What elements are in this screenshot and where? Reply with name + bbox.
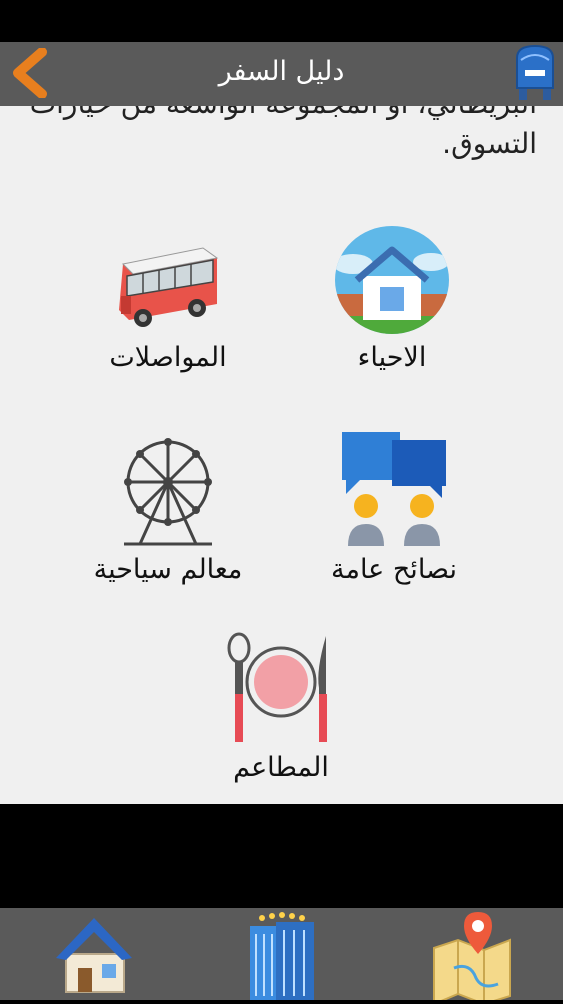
mailbox-button[interactable] [513,44,557,102]
menu-item-general-tips[interactable]: نصائح عامة [294,428,494,585]
chat-people-icon [342,432,446,546]
mailbox-icon [516,44,554,100]
title-bar: دليل السفر [0,42,563,106]
nav-map-button[interactable] [424,908,524,1004]
home-icon [56,918,132,993]
content-area: البريطاني، أو المجموعة الواسعة من خيارات… [0,106,563,804]
house-icon [335,226,449,334]
bus-icon [119,247,219,327]
menu-label: نصائح عامة [331,554,457,585]
menu-label: المواصلات [109,342,227,373]
menu-label: معالم سياحية [93,554,243,585]
chevron-left-icon [13,47,47,99]
map-pin-icon [433,912,511,1004]
menu-item-restaurants[interactable]: المطاعم [181,630,381,783]
nav-hotel-button[interactable] [232,908,332,1000]
page-title: دليل السفر [218,56,345,87]
menu-item-neighborhoods[interactable]: الاحياء [292,224,492,373]
plate-cutlery-icon [227,632,327,742]
back-button[interactable] [8,47,54,99]
bottom-nav [0,908,563,1004]
intro-text: البريطاني، أو المجموعة الواسعة من خيارات… [30,106,537,160]
status-bar [0,0,563,42]
menu-label: المطاعم [233,752,329,783]
nav-home-button[interactable] [44,908,144,1000]
menu-label: الاحياء [357,342,427,373]
ferris-wheel-icon [124,438,212,546]
menu-item-landmarks[interactable]: معالم سياحية [68,430,268,585]
menu-item-transport[interactable]: المواصلات [68,234,268,373]
hotel-icon [250,912,314,1000]
